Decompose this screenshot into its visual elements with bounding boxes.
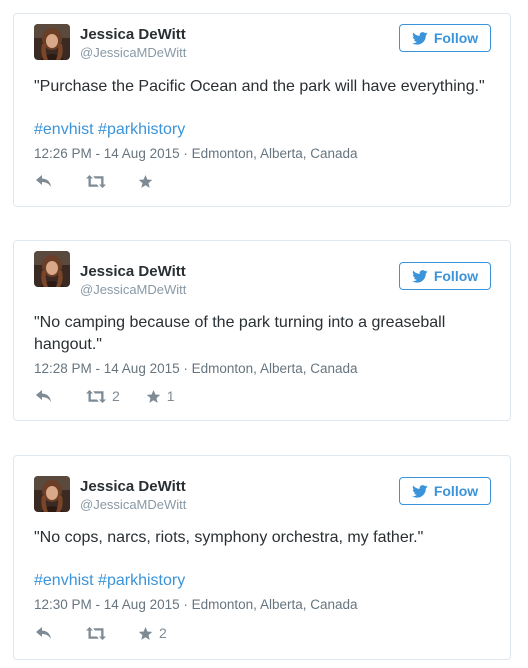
- tweet-actions: [36, 173, 185, 189]
- reply-icon: [36, 626, 51, 639]
- location[interactable]: Edmonton, Alberta, Canada: [192, 361, 358, 376]
- retweet-icon: [86, 626, 106, 640]
- star-icon: [146, 389, 161, 403]
- avatar[interactable]: [34, 251, 70, 287]
- hashtags: #envhist #parkhistory: [34, 121, 185, 139]
- tweet-card: Jessica DeWitt @JessicaMDeWitt Follow "N…: [13, 455, 511, 660]
- author-handle[interactable]: @JessicaMDeWitt: [80, 282, 186, 297]
- reply-button[interactable]: [36, 389, 52, 403]
- author-handle[interactable]: @JessicaMDeWitt: [80, 45, 186, 60]
- follow-button[interactable]: Follow: [399, 262, 491, 290]
- location[interactable]: Edmonton, Alberta, Canada: [192, 146, 358, 161]
- favorite-button[interactable]: 1: [146, 388, 175, 404]
- tweet-actions: 2 1: [36, 388, 201, 404]
- tweet-actions: 2: [36, 625, 193, 641]
- reply-button[interactable]: [36, 626, 52, 640]
- tweet-text: "No camping because of the park turning …: [34, 314, 446, 353]
- favorite-button[interactable]: 2: [138, 625, 167, 641]
- timestamp[interactable]: 12:30 PM - 14 Aug 2015: [34, 597, 180, 612]
- hashtags: #envhist #parkhistory: [34, 572, 185, 590]
- timestamp[interactable]: 12:28 PM - 14 Aug 2015: [34, 361, 180, 376]
- favorite-count: 2: [159, 625, 167, 641]
- retweet-icon: [86, 389, 106, 403]
- tweet-card: Jessica DeWitt @JessicaMDeWitt Follow "P…: [13, 13, 511, 207]
- retweet-button[interactable]: [86, 174, 112, 188]
- reply-button[interactable]: [36, 174, 52, 188]
- star-icon: [138, 626, 153, 640]
- retweet-button[interactable]: [86, 626, 112, 640]
- tweet-meta: 12:26 PM - 14 Aug 2015 · Edmonton, Alber…: [34, 146, 358, 161]
- retweet-count: 2: [112, 388, 120, 404]
- avatar[interactable]: [34, 24, 70, 60]
- reply-icon: [36, 389, 51, 402]
- twitter-bird-icon: [411, 269, 428, 283]
- author-name[interactable]: Jessica DeWitt: [80, 478, 186, 495]
- hashtag-link[interactable]: #envhist: [34, 572, 94, 589]
- retweet-icon: [86, 174, 106, 188]
- timestamp[interactable]: 12:26 PM - 14 Aug 2015: [34, 146, 180, 161]
- follow-label: Follow: [433, 268, 479, 284]
- hashtag-link[interactable]: #envhist: [34, 121, 94, 138]
- retweet-button[interactable]: 2: [86, 388, 120, 404]
- favorite-button[interactable]: [138, 174, 159, 189]
- tweet-meta: 12:28 PM - 14 Aug 2015 · Edmonton, Alber…: [34, 361, 358, 376]
- follow-label: Follow: [433, 30, 479, 46]
- author-handle[interactable]: @JessicaMDeWitt: [80, 497, 186, 512]
- meta-separator: ·: [183, 361, 188, 376]
- favorite-count: 1: [166, 388, 175, 404]
- author-name[interactable]: Jessica DeWitt: [80, 263, 186, 280]
- author-name[interactable]: Jessica DeWitt: [80, 26, 186, 43]
- meta-separator: ·: [183, 146, 188, 161]
- twitter-bird-icon: [411, 484, 428, 498]
- meta-separator: ·: [183, 597, 188, 612]
- tweet-card: Jessica DeWitt @JessicaMDeWitt Follow "N…: [13, 240, 511, 421]
- follow-button[interactable]: Follow: [399, 477, 491, 505]
- reply-icon: [36, 174, 51, 187]
- tweet-meta: 12:30 PM - 14 Aug 2015 · Edmonton, Alber…: [34, 597, 358, 612]
- twitter-bird-icon: [411, 31, 428, 45]
- hashtag-link[interactable]: #parkhistory: [98, 121, 185, 138]
- avatar[interactable]: [34, 476, 70, 512]
- tweet-text: "No cops, narcs, riots, symphony orchest…: [34, 529, 424, 546]
- hashtag-link[interactable]: #parkhistory: [98, 572, 185, 589]
- star-icon: [138, 174, 153, 188]
- tweet-text: "Purchase the Pacific Ocean and the park…: [34, 78, 485, 95]
- follow-label: Follow: [433, 483, 479, 499]
- location[interactable]: Edmonton, Alberta, Canada: [192, 597, 358, 612]
- follow-button[interactable]: Follow: [399, 24, 491, 52]
